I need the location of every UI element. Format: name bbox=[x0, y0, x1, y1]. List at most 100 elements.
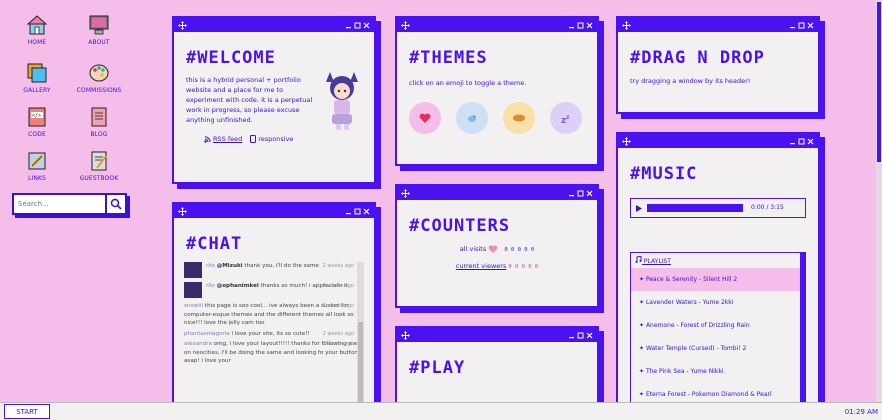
minimize-icon[interactable] bbox=[345, 208, 352, 215]
playlist-track[interactable]: ✦ Lavender Waters - Yume 2kki bbox=[631, 291, 805, 314]
maximize-icon[interactable] bbox=[798, 138, 805, 145]
desktop-icon-code[interactable]: </> CODE bbox=[2, 106, 72, 138]
chat-window: #CHAT rilo @Mizuki thank you, i'll do th… bbox=[172, 202, 376, 412]
cat-girl-illustration bbox=[320, 68, 366, 136]
audio-player: 0:00 / 3:15 bbox=[630, 198, 806, 218]
links-icon bbox=[26, 150, 48, 172]
window-title: #THEMES bbox=[409, 48, 488, 68]
dragndrop-window: #DRAG N DROP try dragging a window by it… bbox=[616, 16, 820, 114]
progress-bar[interactable] bbox=[647, 204, 743, 212]
minimize-icon[interactable] bbox=[789, 22, 796, 29]
themes-text: click on an emoji to toggle a theme. bbox=[409, 79, 527, 87]
playlist-track[interactable]: ✦ Peace & Serenity - Silent Hill 2 bbox=[631, 268, 805, 291]
track-time: 0:00 / 3:15 bbox=[751, 204, 784, 211]
maximize-icon[interactable] bbox=[577, 22, 584, 29]
page-scrollbar[interactable] bbox=[876, 0, 882, 402]
desktop-icon-gallery[interactable]: GALLERY bbox=[2, 62, 72, 94]
desktop-icon-about[interactable]: ABOUT bbox=[64, 14, 134, 46]
viewers-label: current viewers bbox=[455, 262, 507, 270]
track-title: Eterna Forest - Pokemon Diamond & Pearl bbox=[645, 391, 772, 398]
playlist-track[interactable]: ✦ Water Temple (Cursed) - Tombi! 2 bbox=[631, 337, 805, 360]
viewers-counter: current viewers 0 0 0 0 0 bbox=[409, 261, 585, 272]
search-button[interactable] bbox=[105, 195, 125, 213]
chat-author: phantasmagoria bbox=[184, 330, 230, 337]
close-icon[interactable] bbox=[363, 22, 370, 29]
desktop-icon-label: GUESTBOOK bbox=[79, 175, 119, 182]
desktop-icon-links[interactable]: LINKS bbox=[2, 150, 72, 182]
close-icon[interactable] bbox=[807, 138, 814, 145]
maximize-icon[interactable] bbox=[798, 22, 805, 29]
desktop-icon-label: HOME bbox=[27, 39, 47, 46]
playlist-label: PLAYLIST bbox=[643, 258, 671, 265]
playlist-title: PLAYLIST bbox=[631, 253, 805, 268]
welcome-window: #WELCOME this is a hybrid personal + por… bbox=[172, 16, 376, 184]
avatar bbox=[184, 262, 202, 278]
move-icon bbox=[178, 20, 187, 30]
maximize-icon[interactable] bbox=[354, 22, 361, 29]
move-icon bbox=[622, 136, 631, 146]
desktop-icon-label: BLOG bbox=[90, 131, 108, 138]
theme-heart-button[interactable] bbox=[409, 102, 441, 134]
maximize-icon[interactable] bbox=[577, 332, 584, 339]
desktop-icon-label: GALLERY bbox=[23, 87, 51, 94]
chat-author: rilo bbox=[206, 263, 215, 269]
desktop-icon-blog[interactable]: BLOG bbox=[64, 106, 134, 138]
track-title: Lavender Waters - Yume 2kki bbox=[645, 299, 734, 306]
minimize-icon[interactable] bbox=[568, 332, 575, 339]
desktop-icon-label: ABOUT bbox=[88, 39, 110, 46]
heart-bird-icon bbox=[488, 244, 498, 253]
window-header[interactable] bbox=[618, 134, 818, 148]
window-header[interactable] bbox=[397, 328, 597, 342]
desktop-icon-label: LINKS bbox=[28, 175, 46, 182]
house-icon bbox=[26, 14, 48, 36]
window-header[interactable] bbox=[397, 18, 597, 32]
dragndrop-text: try dragging a window by its header! bbox=[630, 77, 751, 85]
phone-icon bbox=[250, 135, 257, 143]
close-icon[interactable] bbox=[807, 22, 814, 29]
window-header[interactable] bbox=[174, 204, 374, 218]
responsive-info: responsive bbox=[250, 135, 293, 143]
theme-zzz-button[interactable]: zz bbox=[550, 102, 582, 134]
close-icon[interactable] bbox=[586, 190, 593, 197]
close-icon[interactable] bbox=[586, 22, 593, 29]
window-header[interactable] bbox=[174, 18, 374, 32]
playlist-track[interactable]: ✦ Anemone - Forest of Drizzling Rain bbox=[631, 314, 805, 337]
close-icon[interactable] bbox=[586, 332, 593, 339]
window-title: #WELCOME bbox=[186, 48, 276, 68]
start-button[interactable]: START bbox=[4, 404, 50, 419]
window-header[interactable] bbox=[618, 18, 818, 32]
playlist-track[interactable]: ✦ The Pink Sea - Yume Nikki bbox=[631, 360, 805, 383]
rss-label: RSS feed bbox=[213, 135, 243, 143]
theme-bird-button[interactable] bbox=[456, 102, 488, 134]
desktop-icon-home[interactable]: HOME bbox=[2, 14, 72, 46]
maximize-icon[interactable] bbox=[354, 208, 361, 215]
chat-time: 2 weeks ago bbox=[322, 303, 354, 309]
playlist-scrollbar[interactable] bbox=[800, 253, 805, 420]
window-title: #CHAT bbox=[186, 234, 243, 254]
minimize-icon[interactable] bbox=[568, 190, 575, 197]
music-note-icon bbox=[635, 255, 642, 263]
search-icon bbox=[110, 198, 122, 210]
desktop-icon-commissions[interactable]: COMMISSIONS bbox=[64, 62, 134, 94]
theme-bread-button[interactable] bbox=[503, 102, 535, 134]
track-title: Anemone - Forest of Drizzling Rain bbox=[645, 322, 750, 329]
desktop-icon-guestbook[interactable]: GUESTBOOK bbox=[64, 150, 134, 182]
play-icon[interactable] bbox=[635, 204, 643, 213]
rss-link[interactable]: RSS feed bbox=[204, 135, 242, 143]
chat-text: i love your site, its so cute!! bbox=[231, 330, 310, 337]
maximize-icon[interactable] bbox=[577, 190, 584, 197]
minimize-icon[interactable] bbox=[345, 22, 352, 29]
chat-scrollbar[interactable] bbox=[357, 262, 364, 410]
search-input[interactable] bbox=[14, 195, 105, 213]
window-header[interactable] bbox=[397, 186, 597, 200]
clock: 01:29 AM bbox=[844, 407, 878, 416]
minimize-icon[interactable] bbox=[789, 138, 796, 145]
minimize-icon[interactable] bbox=[568, 22, 575, 29]
close-icon[interactable] bbox=[363, 208, 370, 215]
svg-text:</>: </> bbox=[32, 113, 41, 119]
responsive-label: responsive bbox=[258, 135, 294, 143]
themes-window: #THEMES click on an emoji to toggle a th… bbox=[395, 16, 599, 166]
taskbar: START 01:29 AM bbox=[0, 402, 882, 420]
heart-icon bbox=[419, 113, 431, 123]
viewers-value: 0 0 0 0 0 bbox=[508, 264, 539, 270]
